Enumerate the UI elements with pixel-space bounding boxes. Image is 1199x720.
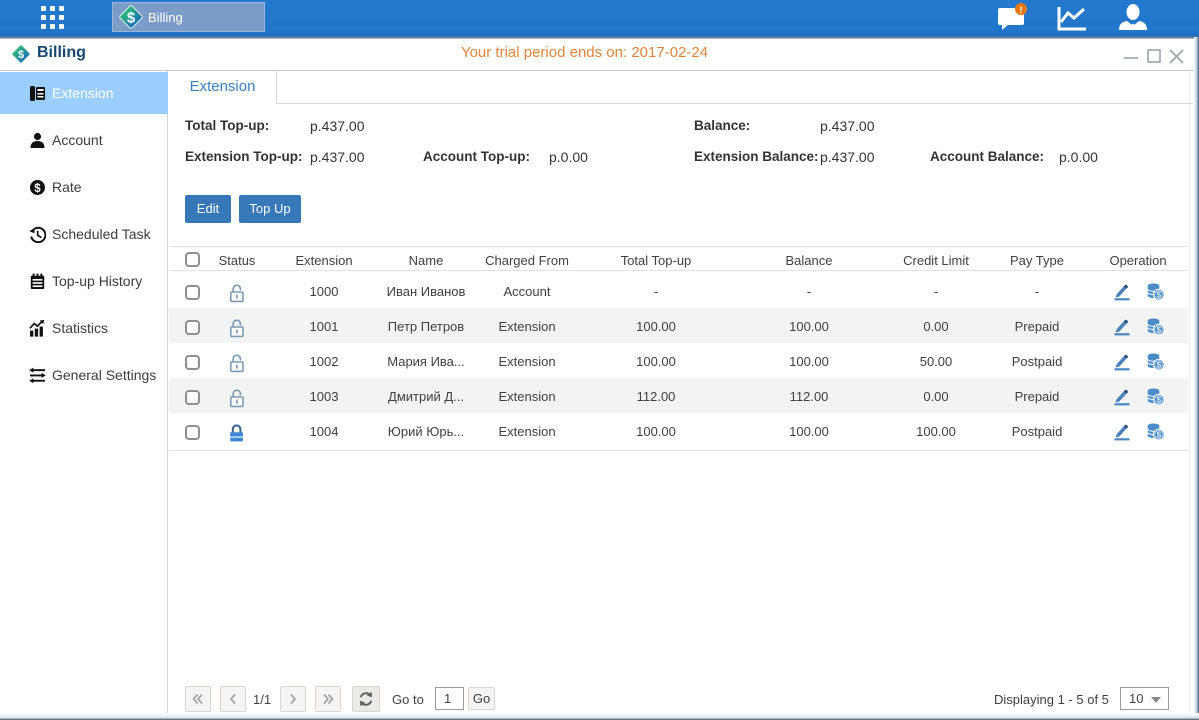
svg-text:$: $	[127, 10, 136, 27]
svg-text:!: !	[1020, 5, 1023, 15]
svg-text:$: $	[34, 183, 41, 195]
